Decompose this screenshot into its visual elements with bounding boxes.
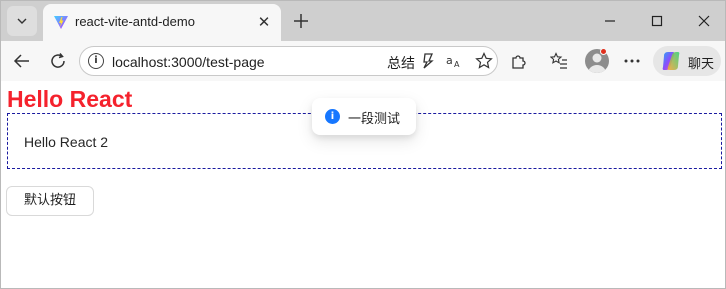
maximize-icon (651, 15, 663, 27)
close-icon: ✕ (257, 14, 271, 31)
active-tab[interactable]: react-vite-antd-demo ✕ (43, 4, 281, 41)
more-button[interactable] (620, 49, 644, 73)
copilot-summary-icon[interactable] (419, 52, 437, 70)
read-aloud-icon[interactable]: aA (446, 52, 464, 70)
chat-label: 聊天 (688, 56, 715, 71)
container-text: Hello React 2 (24, 134, 109, 150)
notification-dot (600, 48, 607, 55)
url-text[interactable]: localhost:3000/test-page (112, 54, 265, 70)
maximize-button[interactable] (646, 10, 668, 32)
tab-actions-button[interactable] (7, 6, 37, 36)
close-window-icon (698, 15, 710, 27)
svg-text:A: A (454, 60, 460, 69)
minimize-icon (605, 20, 615, 22)
message-text: 一段测试 (348, 112, 401, 127)
default-button[interactable]: 默认按钮 (6, 186, 94, 216)
copilot-icon (662, 52, 680, 70)
more-icon (624, 59, 640, 63)
info-icon[interactable]: i (88, 53, 104, 69)
vite-logo-icon (54, 16, 68, 29)
favorites-button[interactable] (547, 49, 571, 73)
favorite-star-icon[interactable] (475, 52, 493, 70)
tab-title: react-vite-antd-demo (75, 14, 195, 29)
title-bar: react-vite-antd-demo ✕ (1, 1, 725, 41)
back-arrow-icon (13, 54, 29, 68)
summary-label[interactable]: 总结 (387, 53, 415, 73)
refresh-button[interactable] (46, 49, 70, 73)
info-circle-icon: i (325, 109, 340, 124)
refresh-icon (51, 53, 65, 68)
favorites-list-icon (550, 52, 567, 69)
chevron-down-icon (17, 18, 27, 24)
extensions-button[interactable] (507, 49, 531, 73)
browser-window: react-vite-antd-demo ✕ i localhost:3000/… (0, 0, 726, 289)
message-toast: i 一段测试 (312, 98, 416, 135)
minimize-button[interactable] (599, 10, 621, 32)
new-tab-button[interactable] (290, 10, 312, 32)
plus-icon (294, 14, 308, 28)
tab-close-button[interactable]: ✕ (255, 13, 273, 31)
copilot-chat-button[interactable]: 聊天 (653, 46, 721, 76)
page-title: Hello React (7, 86, 133, 112)
extensions-icon (512, 55, 526, 69)
address-bar[interactable]: i localhost:3000/test-page 总结 aA (79, 46, 498, 76)
close-window-button[interactable] (693, 10, 715, 32)
browser-toolbar: i localhost:3000/test-page 总结 aA 聊天 (1, 41, 725, 81)
back-button[interactable] (10, 49, 34, 73)
svg-text:a: a (446, 54, 453, 67)
